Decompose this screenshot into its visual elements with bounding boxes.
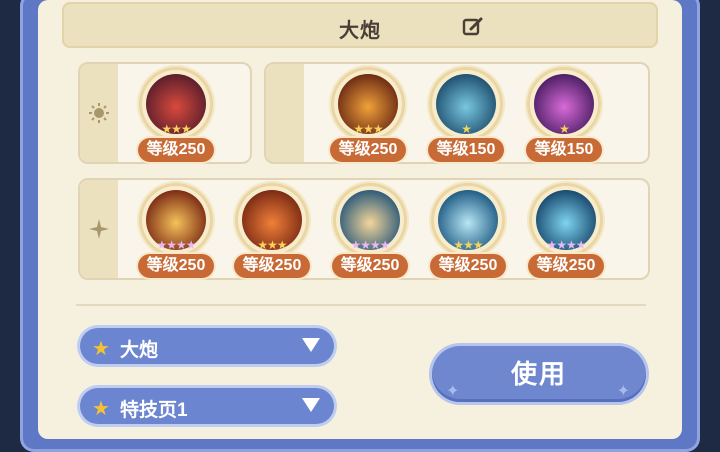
skill-slot[interactable]: ★★★ 等级250 (328, 66, 408, 166)
skill-slot[interactable]: ★★★★ 等级250 (526, 182, 606, 282)
page-title: 大炮 (339, 20, 381, 42)
skill-stars: ★★★ (353, 122, 383, 136)
page-select-value: 特技页1 (120, 400, 188, 421)
chevron-down-icon (302, 398, 320, 412)
skill-slot[interactable]: ★★★ 等级250 (136, 66, 216, 166)
sun-icon (89, 103, 109, 123)
skill-stars: ★★★★ (156, 238, 196, 252)
skill-slot[interactable]: ★★★ 等级250 (428, 182, 508, 282)
section-divider (76, 304, 646, 306)
skill-level-badge: 等级150 (526, 138, 602, 162)
sparkle-icon (89, 219, 109, 239)
skill-stars: ★★★ (257, 238, 287, 252)
skill-slot[interactable]: ★★★★ 等级250 (136, 182, 216, 282)
weapon-select[interactable]: ★ 大炮 (80, 328, 334, 364)
skill-level-badge: 等级250 (330, 138, 406, 162)
skill-level-badge: 等级250 (528, 254, 604, 278)
skill-slot[interactable]: ★ 等级150 (426, 66, 506, 166)
sparkle-icon: ✦ (616, 383, 632, 400)
skill-stars: ★★★★ (546, 238, 586, 252)
skill-level-badge: 等级250 (234, 254, 310, 278)
star-icon: ★ (92, 398, 110, 420)
skill-stars: ★ (461, 122, 472, 136)
skill-stars: ★★★ (161, 122, 191, 136)
weapon-select-value: 大炮 (120, 340, 159, 361)
edit-icon[interactable] (462, 16, 484, 38)
skill-slot[interactable]: ★ 等级150 (524, 66, 604, 166)
skill-level-badge: 等级250 (138, 254, 214, 278)
chevron-down-icon (302, 338, 320, 352)
group-tab-spark (80, 180, 118, 278)
crescent-moon-icon (280, 105, 288, 121)
skill-slot[interactable]: ★★★ 等级250 (232, 182, 312, 282)
skill-stars: ★ (559, 122, 570, 136)
skill-level-badge: 等级150 (428, 138, 504, 162)
use-button[interactable]: ✦ 使用 ✦ (432, 346, 646, 402)
skill-slot[interactable]: ★★★★ 等级250 (330, 182, 410, 282)
star-icon: ★ (92, 338, 110, 360)
skill-group-moon: ★★★ 等级250 ★ 等级150 ★ 等级150 (264, 62, 650, 164)
skill-level-badge: 等级250 (138, 138, 214, 162)
skill-stars: ★★★ (453, 238, 483, 252)
group-tab-moon (266, 64, 304, 162)
skill-level-badge: 等级250 (332, 254, 408, 278)
title-bar: 大炮 (64, 4, 656, 46)
group-tab-sun (80, 64, 118, 162)
use-button-label: 使用 (510, 359, 567, 389)
skill-group-spark: ★★★★ 等级250 ★★★ 等级250 ★★★★ 等级250 ★★★ 等级250 ★★… (78, 178, 650, 280)
skill-level-badge: 等级250 (430, 254, 506, 278)
page-select[interactable]: ★ 特技页1 (80, 388, 334, 424)
skill-stars: ★★★★ (350, 238, 390, 252)
skill-group-sun: ★★★ 等级250 (78, 62, 252, 164)
sparkle-icon: ✦ (446, 383, 462, 400)
